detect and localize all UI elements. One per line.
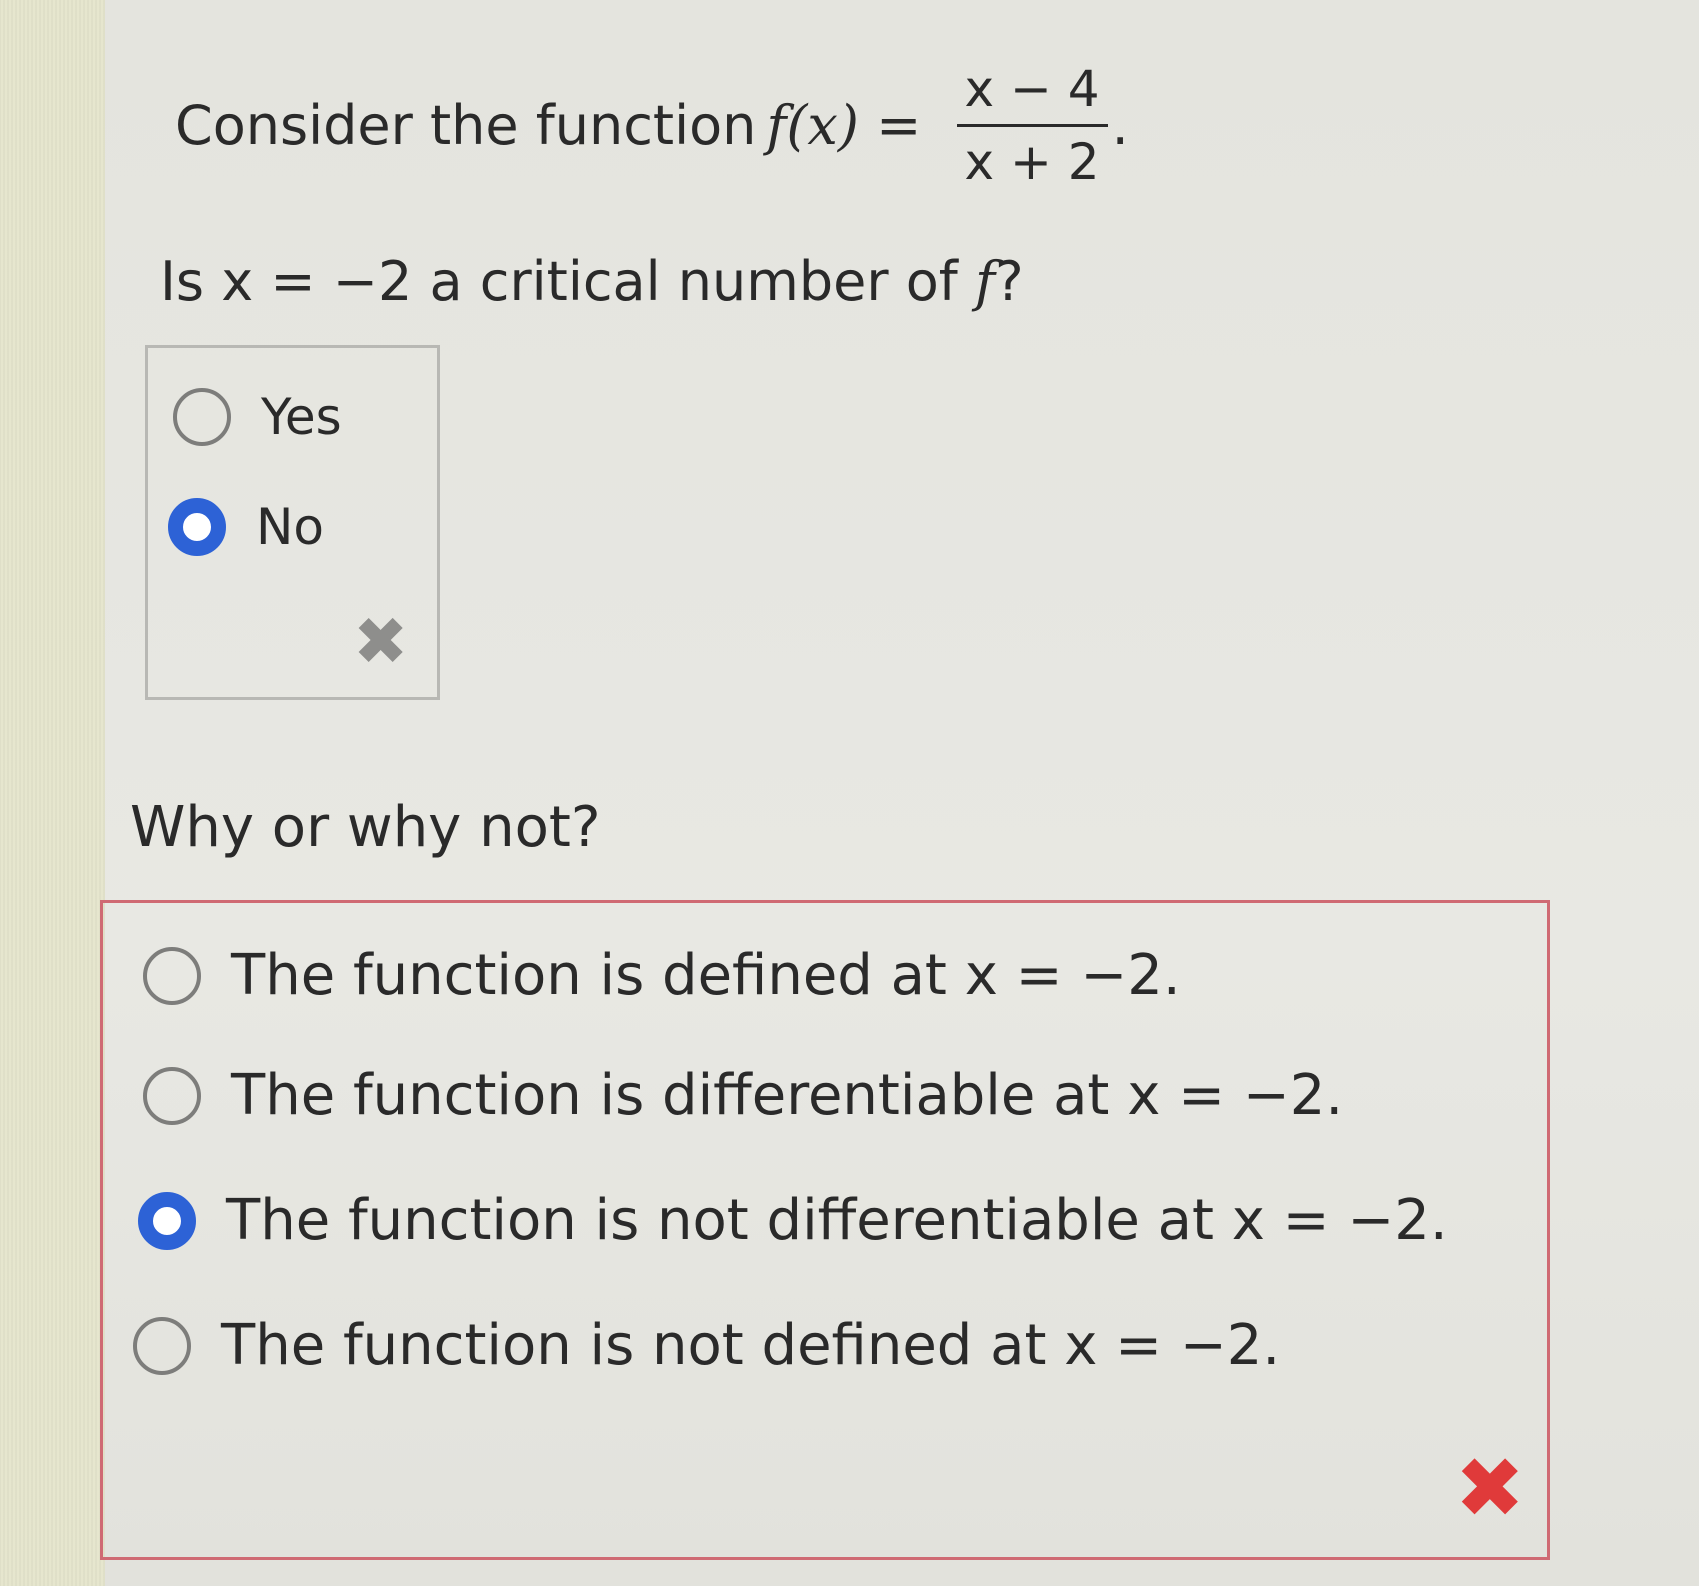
radio-button-selected[interactable]	[168, 498, 226, 556]
option-yes-label: Yes	[261, 388, 342, 446]
critical-number-question: Is x = −2 a critical number of f?	[160, 250, 1024, 313]
option-differentiable-label: The function is differentiable at x = −2…	[231, 1063, 1344, 1128]
statement-period: .	[1111, 94, 1129, 157]
option-yes[interactable]: Yes	[173, 388, 342, 446]
option-no-label: No	[256, 498, 324, 556]
question-statement: Consider the function f(x) = x − 4 x + 2…	[175, 60, 1129, 191]
left-margin-strip	[0, 0, 105, 1586]
equals-sign: =	[858, 94, 939, 157]
part1-prompt-var: f	[974, 250, 995, 313]
function-name: f(x)	[766, 94, 859, 157]
x-mark-icon: ✖	[353, 603, 409, 680]
reason-answer-box: The function is defined at x = −2. The f…	[100, 900, 1550, 1560]
part1-prompt-prefix: Is x = −2 a critical number of	[160, 250, 975, 313]
part1-prompt-suffix: ?	[994, 250, 1024, 313]
radio-button-unselected[interactable]	[143, 1066, 201, 1125]
fraction-numerator: x − 4	[956, 60, 1108, 127]
radio-button-unselected[interactable]	[133, 1316, 191, 1375]
option-not-differentiable[interactable]: The function is not differentiable at x …	[138, 1188, 1448, 1253]
why-question: Why or why not?	[130, 795, 601, 860]
radio-button-unselected[interactable]	[173, 388, 231, 446]
option-not-differentiable-label: The function is not differentiable at x …	[226, 1188, 1448, 1253]
option-not-defined-label: The function is not defined at x = −2.	[221, 1313, 1281, 1378]
option-defined[interactable]: The function is defined at x = −2.	[143, 943, 1181, 1008]
option-differentiable[interactable]: The function is differentiable at x = −2…	[143, 1063, 1343, 1128]
radio-button-unselected[interactable]	[143, 946, 201, 1005]
function-fraction: x − 4 x + 2	[956, 60, 1108, 191]
option-not-defined[interactable]: The function is not defined at x = −2.	[133, 1313, 1280, 1378]
x-mark-icon: ✖	[1454, 1439, 1525, 1537]
question-prefix: Consider the function	[175, 94, 757, 157]
option-no[interactable]: No	[168, 498, 324, 556]
fraction-denominator: x + 2	[964, 133, 1100, 191]
yes-no-answer-box: Yes No ✖	[145, 345, 440, 700]
radio-button-selected[interactable]	[138, 1191, 196, 1250]
option-defined-label: The function is defined at x = −2.	[231, 943, 1181, 1008]
